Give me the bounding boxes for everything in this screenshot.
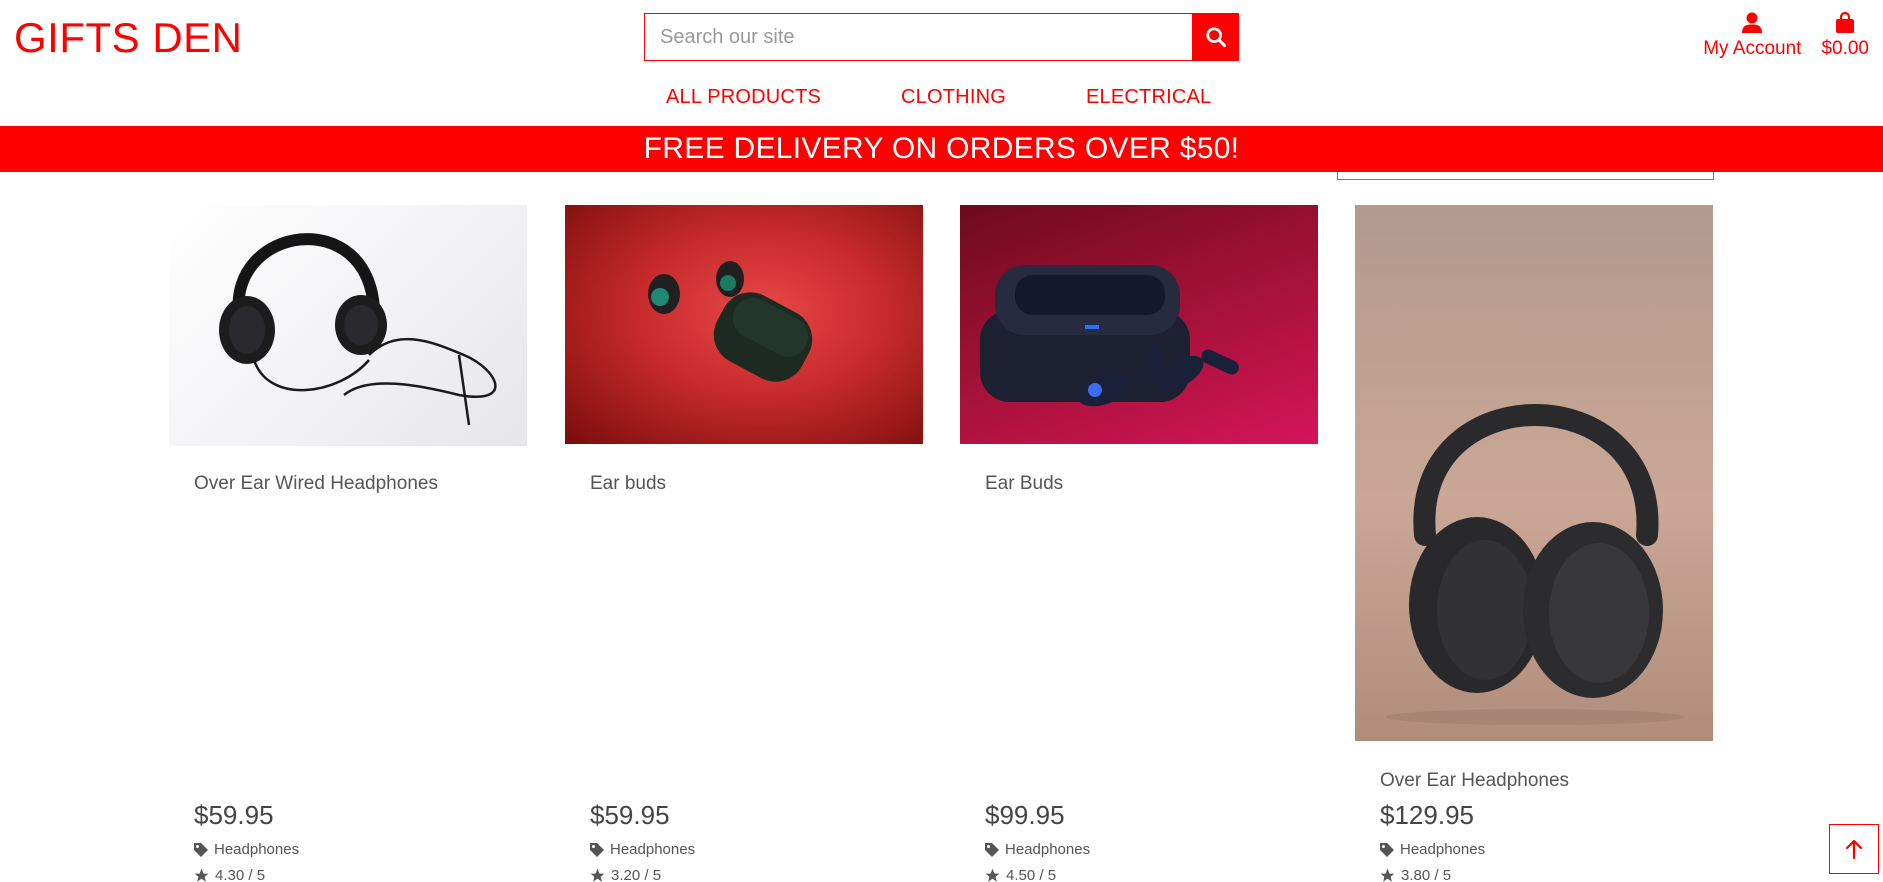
main-menu: ALL PRODUCTS CLOTHING ELECTRICAL	[666, 86, 1291, 109]
product-category[interactable]: Headphones	[590, 841, 695, 858]
product-category[interactable]: Headphones	[985, 841, 1090, 858]
product-card: Ear buds $59.95 Headphones 3.20 / 5	[565, 205, 923, 882]
tag-icon	[194, 842, 208, 857]
search-form	[644, 13, 1239, 61]
site-header: GIFTS DEN My Account $0.00 ALL PROD	[0, 0, 1883, 126]
product-card: Over Ear Headphones $129.95 Headphones 3…	[1355, 205, 1713, 882]
menu-clothing[interactable]: CLOTHING	[901, 86, 1006, 109]
rating-value: 3.80 / 5	[1401, 867, 1452, 882]
rating-value: 4.50 / 5	[1006, 867, 1057, 882]
wired-headphones-image	[219, 233, 497, 426]
star-icon	[1380, 868, 1395, 882]
star-icon	[590, 868, 605, 882]
search-button[interactable]	[1192, 13, 1239, 61]
product-rating: 4.30 / 5	[194, 867, 265, 882]
user-icon	[1742, 12, 1763, 33]
product-price: $59.95	[194, 800, 274, 830]
product-card: Over Ear Wired Headphones $59.95 Headpho…	[169, 205, 527, 882]
over-ear-headphones-image	[1385, 404, 1685, 725]
earbuds-case-image	[980, 265, 1239, 407]
tag-icon	[590, 842, 604, 857]
shopping-bag-icon	[1836, 12, 1855, 33]
product-image[interactable]	[1355, 205, 1713, 741]
rating-value: 4.30 / 5	[215, 867, 266, 882]
menu-electrical[interactable]: ELECTRICAL	[1086, 86, 1211, 109]
category-label: Headphones	[1400, 841, 1486, 858]
product-image[interactable]	[169, 205, 527, 446]
product-title[interactable]: Over Ear Headphones	[1380, 770, 1569, 792]
product-category[interactable]: Headphones	[1380, 841, 1485, 858]
category-label: Headphones	[610, 841, 696, 858]
shopping-bag-link[interactable]: $0.00	[1821, 12, 1869, 60]
product-rating: 3.20 / 5	[590, 867, 661, 882]
product-category[interactable]: Headphones	[194, 841, 299, 858]
product-rating: 3.80 / 5	[1380, 867, 1451, 882]
product-image[interactable]	[565, 205, 923, 444]
star-icon	[985, 868, 1000, 882]
product-price: $99.95	[985, 800, 1065, 830]
category-label: Headphones	[214, 841, 300, 858]
product-card: Ear Buds $99.95 Headphones 4.50 / 5	[960, 205, 1318, 882]
delivery-banner: FREE DELIVERY ON ORDERS OVER $50!	[0, 126, 1883, 172]
menu-all-products[interactable]: ALL PRODUCTS	[666, 86, 821, 109]
product-price: $129.95	[1380, 800, 1474, 830]
product-rating: 4.50 / 5	[985, 867, 1056, 882]
tag-icon	[985, 842, 999, 857]
product-price: $59.95	[590, 800, 670, 830]
earbuds-image	[648, 261, 813, 382]
my-account-link[interactable]: My Account	[1703, 12, 1801, 60]
category-label: Headphones	[1005, 841, 1091, 858]
star-icon	[194, 868, 209, 882]
back-to-top-button[interactable]	[1829, 824, 1879, 874]
tag-icon	[1380, 842, 1394, 857]
product-image[interactable]	[960, 205, 1318, 444]
search-input[interactable]	[644, 13, 1192, 61]
search-icon	[1205, 27, 1226, 48]
arrow-up-icon	[1845, 839, 1863, 859]
rating-value: 3.20 / 5	[611, 867, 662, 882]
product-title[interactable]: Over Ear Wired Headphones	[194, 473, 438, 495]
site-logo[interactable]: GIFTS DEN	[14, 14, 243, 62]
product-title[interactable]: Ear buds	[590, 473, 666, 495]
product-title[interactable]: Ear Buds	[985, 473, 1063, 495]
header-links: My Account $0.00	[1703, 12, 1869, 60]
my-account-label: My Account	[1703, 38, 1802, 59]
bag-total: $0.00	[1821, 38, 1869, 59]
